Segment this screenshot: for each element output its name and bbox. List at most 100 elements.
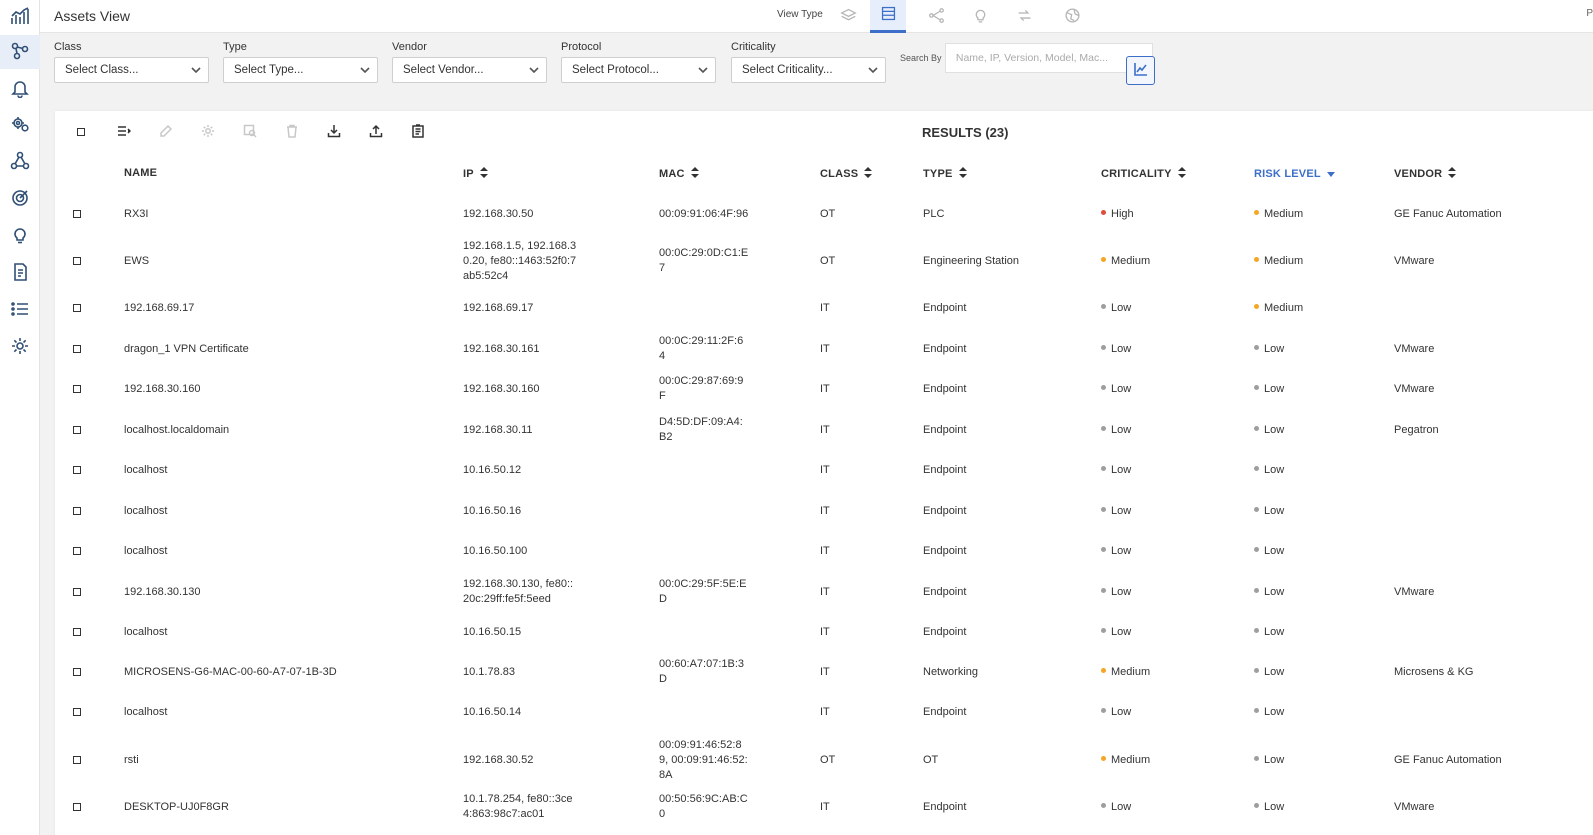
cell-risk: Low [1254, 705, 1384, 720]
column-header-ip[interactable]: IP [463, 167, 488, 181]
cell-ip: 192.168.69.17 [463, 301, 534, 314]
row-checkbox[interactable] [73, 803, 81, 811]
checkbox-icon [77, 128, 85, 136]
row-checkbox[interactable] [73, 385, 81, 393]
class-select-value: Select Class... [65, 64, 139, 76]
header-bar: Assets View View Type P [40, 0, 1593, 33]
cell-ip: 10.16.50.16 [463, 504, 522, 517]
chart-view-button[interactable] [1126, 56, 1155, 85]
cell-type: Endpoint [923, 585, 967, 598]
sort-icon [479, 167, 488, 181]
select-all-checkbox[interactable] [69, 121, 93, 143]
row-checkbox[interactable] [73, 628, 81, 636]
column-header-criticality[interactable]: CRITICALITY [1101, 167, 1186, 181]
cell-criticality: Low [1101, 382, 1241, 397]
chevron-down-icon [697, 64, 709, 76]
column-header-vendor[interactable]: VENDOR [1394, 167, 1457, 181]
column-header-risk-level[interactable]: RISK LEVEL [1254, 167, 1335, 181]
type-filter: Type Select Type... [223, 41, 378, 83]
cell-vendor: GE Fanuc Automation [1394, 753, 1502, 766]
cell-class: IT [820, 800, 830, 813]
cell-name: localhost [124, 705, 168, 718]
page-title: Assets View [54, 8, 130, 24]
upload-icon [369, 124, 383, 141]
nav-settings[interactable] [0, 330, 40, 364]
type-select[interactable]: Select Type... [223, 57, 378, 83]
view-type-topology-button[interactable] [918, 0, 954, 33]
status-dot-icon [1254, 345, 1259, 351]
status-dot-icon [1254, 257, 1259, 263]
row-checkbox[interactable] [73, 304, 81, 312]
cell-ip: 10.16.50.14 [463, 705, 522, 718]
columns-toggle-button[interactable] [112, 121, 136, 143]
cell-criticality: Low [1101, 625, 1241, 640]
class-select[interactable]: Select Class... [54, 57, 209, 83]
cell-criticality: Low [1101, 423, 1241, 438]
vendor-filter-label: Vendor [392, 41, 427, 53]
row-checkbox[interactable] [73, 756, 81, 764]
nav-alerts[interactable] [0, 72, 40, 106]
row-checkbox[interactable] [73, 345, 81, 353]
delete-button[interactable] [280, 121, 304, 143]
status-dot-icon [1254, 803, 1259, 809]
inspect-button[interactable] [238, 121, 262, 143]
row-checkbox[interactable] [73, 466, 81, 474]
view-type-layers-button[interactable] [830, 0, 866, 33]
nav-threats[interactable] [0, 182, 40, 216]
nav-assets[interactable] [0, 35, 40, 69]
row-checkbox[interactable] [73, 547, 81, 555]
status-dot-icon [1254, 756, 1259, 762]
cell-criticality: Low [1101, 800, 1241, 815]
cell-mac: 00:0C:29:87:69:9F [659, 375, 744, 402]
cell-type: Endpoint [923, 705, 967, 718]
row-checkbox[interactable] [73, 668, 81, 676]
column-header-type[interactable]: TYPE [923, 167, 967, 181]
row-checkbox[interactable] [73, 210, 81, 218]
search-input[interactable] [944, 43, 1153, 73]
cell-type: Endpoint [923, 463, 967, 476]
cell-type: Endpoint [923, 800, 967, 813]
cell-type: PLC [923, 207, 945, 220]
row-checkbox[interactable] [73, 257, 81, 265]
criticality-select[interactable]: Select Criticality... [731, 57, 886, 83]
view-type-map-button[interactable] [1054, 0, 1090, 33]
cell-class: IT [820, 301, 830, 314]
export-report-button[interactable] [406, 121, 430, 143]
protocol-select[interactable]: Select Protocol... [561, 57, 716, 83]
report-icon [411, 123, 425, 141]
vendor-select[interactable]: Select Vendor... [392, 57, 547, 83]
row-checkbox[interactable] [73, 588, 81, 596]
edit-button[interactable] [154, 121, 178, 143]
cell-risk: Low [1254, 665, 1384, 680]
edit-icon [159, 124, 173, 141]
nav-lists[interactable] [0, 293, 40, 327]
view-type-list-button[interactable] [870, 0, 906, 33]
nav-insights[interactable] [0, 219, 40, 253]
row-checkbox[interactable] [73, 426, 81, 434]
nav-dashboard[interactable] [0, 0, 40, 34]
chevron-down-icon [359, 64, 371, 76]
row-checkbox[interactable] [73, 708, 81, 716]
cell-risk: Low [1254, 625, 1384, 640]
cell-name: localhost [124, 504, 168, 517]
row-checkbox[interactable] [73, 507, 81, 515]
nav-operations[interactable] [0, 108, 40, 142]
column-header-mac[interactable]: MAC [659, 167, 699, 181]
download-button[interactable] [322, 121, 346, 143]
column-header-class[interactable]: CLASS [820, 167, 873, 181]
configure-button[interactable] [196, 121, 220, 143]
gear-icon [201, 124, 215, 141]
cell-risk: Medium [1254, 254, 1384, 269]
assets-panel: RESULTS (23) NAME IP MAC CLASS TYPE CRIT… [55, 111, 1593, 835]
view-type-links-button[interactable] [1006, 0, 1042, 33]
upload-button[interactable] [364, 121, 388, 143]
status-dot-icon [1101, 668, 1106, 674]
view-type-insights-button[interactable] [962, 0, 998, 33]
status-dot-icon [1101, 345, 1106, 351]
nav-reports[interactable] [0, 256, 40, 290]
cell-name: 192.168.30.160 [124, 382, 201, 395]
sort-desc-icon [1326, 167, 1335, 181]
cell-risk: Medium [1254, 207, 1384, 222]
cell-class: IT [820, 463, 830, 476]
nav-network[interactable] [0, 145, 40, 179]
